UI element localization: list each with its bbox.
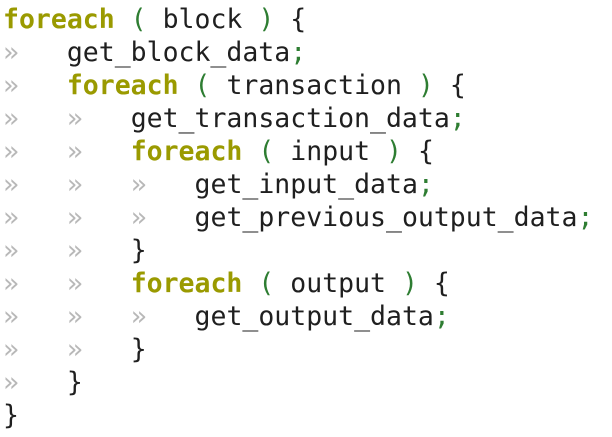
open-paren: (	[258, 268, 275, 299]
keyword-foreach: foreach	[3, 4, 115, 35]
indent-guide-icon: »	[130, 169, 147, 200]
keyword-foreach: foreach	[130, 136, 243, 167]
semicolon: ;	[433, 301, 450, 332]
close-paren: )	[258, 4, 275, 35]
indent-guide-icon: »	[66, 301, 83, 332]
function-call: get_block_data	[66, 37, 291, 68]
indent-guide-icon: »	[3, 367, 19, 398]
loop-variable: input	[290, 136, 371, 167]
indent-guide-icon: »	[66, 334, 83, 365]
code-line: » » foreach ( output ) {	[3, 267, 593, 300]
indent-guide-icon: »	[3, 301, 19, 332]
indent-guide-icon: »	[130, 202, 147, 233]
semicolon: ;	[577, 202, 594, 233]
indent-guide-icon: »	[3, 268, 19, 299]
code-line: » » » get_previous_output_data;	[3, 201, 593, 234]
close-paren: )	[417, 70, 434, 101]
close-paren: )	[386, 136, 402, 167]
code-line: » » » get_output_data;	[3, 300, 593, 333]
indent-guide-icon: »	[3, 103, 19, 134]
open-paren: (	[130, 4, 147, 35]
code-line: » » }	[3, 333, 593, 366]
indent-guide-icon: »	[66, 235, 83, 266]
open-paren: (	[258, 136, 275, 167]
keyword-foreach: foreach	[130, 268, 243, 299]
function-call: get_previous_output_data	[194, 202, 578, 233]
indent-guide-icon: »	[3, 136, 19, 167]
close-brace: }	[130, 334, 147, 365]
semicolon: ;	[449, 103, 466, 134]
close-brace: }	[130, 235, 147, 266]
function-call: get_input_data	[194, 169, 418, 200]
close-brace: }	[3, 400, 19, 431]
indent-guide-icon: »	[3, 37, 19, 68]
loop-variable: transaction	[226, 70, 402, 101]
code-line: » » get_transaction_data;	[3, 102, 593, 135]
indent-guide-icon: »	[3, 235, 19, 266]
open-brace: {	[290, 4, 307, 35]
semicolon: ;	[290, 37, 307, 68]
semicolon: ;	[417, 169, 434, 200]
indent-guide-icon: »	[66, 136, 83, 167]
code-line: » » » get_input_data;	[3, 168, 593, 201]
indent-guide-icon: »	[66, 268, 83, 299]
loop-variable: block	[162, 4, 243, 35]
open-brace: {	[433, 268, 450, 299]
close-brace: }	[66, 367, 83, 398]
code-line: }	[3, 399, 593, 432]
indent-guide-icon: »	[66, 103, 83, 134]
keyword-foreach: foreach	[66, 70, 179, 101]
indent-guide-icon: »	[3, 169, 19, 200]
code-line: » » foreach ( input ) {	[3, 135, 593, 168]
code-line: » get_block_data;	[3, 36, 593, 69]
indent-guide-icon: »	[130, 301, 147, 332]
loop-variable: output	[290, 268, 387, 299]
indent-guide-icon: »	[3, 70, 19, 101]
indent-guide-icon: »	[66, 202, 83, 233]
code-line: » foreach ( transaction ) {	[3, 69, 593, 102]
function-call: get_output_data	[194, 301, 434, 332]
code-editor[interactable]: foreach ( block ) {» get_block_data;» fo…	[3, 3, 593, 432]
open-brace: {	[417, 136, 434, 167]
open-paren: (	[194, 70, 211, 101]
code-line: » }	[3, 366, 593, 399]
close-paren: )	[401, 268, 418, 299]
indent-guide-icon: »	[66, 169, 83, 200]
code-line: foreach ( block ) {	[3, 3, 593, 36]
indent-guide-icon: »	[3, 334, 19, 365]
open-brace: {	[449, 70, 466, 101]
indent-guide-icon: »	[3, 202, 19, 233]
function-call: get_transaction_data	[130, 103, 450, 134]
code-line: » » }	[3, 234, 593, 267]
